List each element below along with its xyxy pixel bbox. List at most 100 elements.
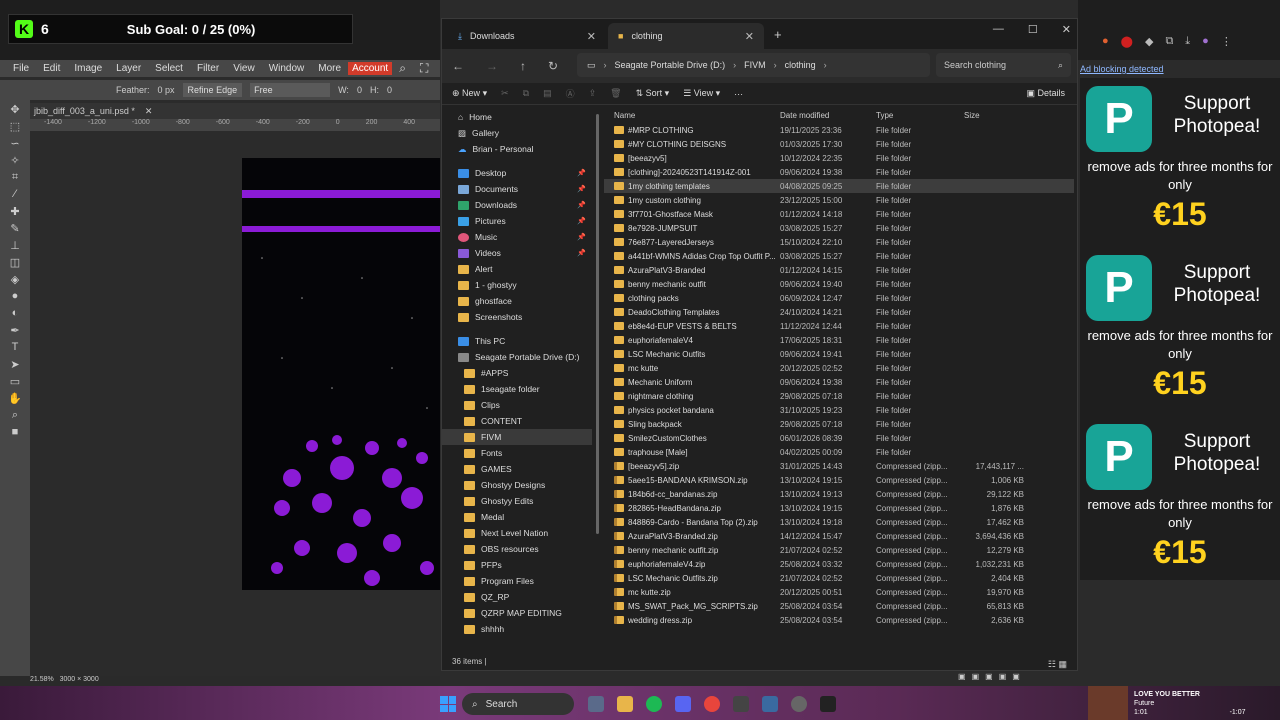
tray-icon[interactable]: ▣ xyxy=(1012,672,1020,681)
pin-icon[interactable]: 📌 xyxy=(577,233,586,241)
close-icon[interactable]: ✕ xyxy=(587,30,596,43)
file-row-zip[interactable]: benny mechanic outfit.zip 21/07/2024 02:5… xyxy=(604,543,1074,557)
taskbar-search[interactable]: ⌕ Search xyxy=(462,693,574,715)
refresh-icon[interactable]: ↻ xyxy=(548,59,558,73)
chrome-icon[interactable] xyxy=(704,696,720,712)
ad-blocking-link[interactable]: Ad blocking detected xyxy=(1080,64,1164,74)
nav-home[interactable]: ⌂ Home xyxy=(442,109,592,125)
app-icon[interactable] xyxy=(820,696,836,712)
spotify-icon[interactable] xyxy=(646,696,662,712)
nav-folder[interactable]: Program Files xyxy=(442,573,592,589)
lasso-tool-icon[interactable]: ∽ xyxy=(7,137,23,151)
nav-pictures[interactable]: Pictures 📌 xyxy=(442,213,592,229)
eyedropper-icon[interactable]: ⁄ xyxy=(7,188,23,202)
nav-folder[interactable]: Clips xyxy=(442,397,592,413)
nav-ghostyy[interactable]: 1 - ghostyy xyxy=(442,277,592,293)
paste-icon[interactable]: ▤ xyxy=(543,88,552,99)
tray-icon[interactable]: ▣ xyxy=(985,672,993,681)
ad-card[interactable]: P Support Photopea! remove ads for three… xyxy=(1080,78,1280,243)
file-row-zip[interactable]: euphoriafemaleV4.zip 25/08/2024 03:32 Comp… xyxy=(604,557,1074,571)
fill-tool-icon[interactable]: ◈ xyxy=(7,273,23,287)
share-icon[interactable]: ⇪ xyxy=(589,88,597,99)
nav-folder-selected[interactable]: FIVM xyxy=(442,429,592,445)
file-row-folder[interactable]: 1my clothing templates 04/08/2025 09:25 Fi… xyxy=(604,179,1074,193)
nav-onedrive[interactable]: ☁ Brian - Personal xyxy=(442,141,592,157)
rename-icon[interactable]: Ⓐ xyxy=(566,87,575,100)
menu-select[interactable]: Select xyxy=(148,63,190,74)
eraser-tool-icon[interactable]: ◫ xyxy=(7,256,23,270)
chevron-right-icon[interactable]: › xyxy=(824,60,827,70)
minimize-icon[interactable]: — xyxy=(993,23,1004,36)
discord-icon[interactable] xyxy=(675,696,691,712)
back-icon[interactable]: ← xyxy=(452,59,464,73)
settings-icon[interactable] xyxy=(791,696,807,712)
close-icon[interactable]: ✕ xyxy=(145,106,153,117)
brush-tool-icon[interactable]: ✎ xyxy=(7,222,23,236)
tab-clothing[interactable]: ■ clothing ✕ xyxy=(608,23,764,49)
file-row-folder[interactable]: [clothing]-20240523T141914Z-001 09/06/202… xyxy=(604,165,1074,179)
app-icon[interactable] xyxy=(733,696,749,712)
file-row-folder[interactable]: eb8e4d-EUP VESTS & BELTS 11/12/2024 12:44… xyxy=(604,319,1074,333)
copy-icon[interactable]: ⧉ xyxy=(523,88,529,99)
tray-icon[interactable]: ▣ xyxy=(972,672,980,681)
extension-icon[interactable]: ⬤ xyxy=(1121,35,1133,48)
style-select[interactable]: Free xyxy=(250,83,331,97)
nav-desktop[interactable]: Desktop 📌 xyxy=(442,165,592,181)
file-row-zip[interactable]: mc kutte.zip 20/12/2025 00:51 Compressed (… xyxy=(604,585,1074,599)
app-icon[interactable] xyxy=(762,696,778,712)
pin-icon[interactable]: 📌 xyxy=(577,185,586,193)
menu-more[interactable]: More xyxy=(311,63,348,74)
profile-avatar-icon[interactable]: ● xyxy=(1202,35,1209,48)
feather-input[interactable]: 0 px xyxy=(158,85,175,95)
search-input[interactable]: Search clothing ⌕ xyxy=(936,53,1071,77)
close-window-icon[interactable]: ✕ xyxy=(1062,23,1071,36)
document-tab[interactable]: jbib_diff_003_a_uni.psd * ✕ xyxy=(30,103,440,119)
file-row-folder[interactable]: mc kutte 20/12/2025 02:52 File folder xyxy=(604,361,1074,375)
file-row-zip[interactable]: 184b6d-cc_bandanas.zip 13/10/2024 19:13 Co… xyxy=(604,487,1074,501)
file-row-zip[interactable]: wedding dress.zip 25/08/2024 03:54 Compres… xyxy=(604,613,1074,627)
hand-tool-icon[interactable]: ✋ xyxy=(7,392,23,406)
tiles-view-icon[interactable]: ▦ xyxy=(1058,659,1067,669)
ad-card[interactable]: P Support Photopea! remove ads for three… xyxy=(1080,416,1280,581)
file-row-zip[interactable]: AzuraPlatV3-Branded.zip 14/12/2024 15:47 C… xyxy=(604,529,1074,543)
file-row-folder[interactable]: benny mechanic outfit 09/06/2024 19:40 Fil… xyxy=(604,277,1074,291)
search-icon[interactable]: ⌕ xyxy=(392,61,413,76)
ad-card[interactable]: P Support Photopea! remove ads for three… xyxy=(1080,247,1280,412)
h-input[interactable]: 0 xyxy=(387,85,392,95)
nav-folder[interactable]: Ghostyy Designs xyxy=(442,477,592,493)
file-row-folder[interactable]: LSC Mechanic Outfits 09/06/2024 19:41 File… xyxy=(604,347,1074,361)
path-select-icon[interactable]: ➤ xyxy=(7,358,23,372)
nav-folder[interactable]: Ghostyy Edits xyxy=(442,493,592,509)
media-widget[interactable]: LOVE YOU BETTER Future 1:01 -1:07 xyxy=(1088,686,1280,720)
file-row-zip[interactable]: MS_SWAT_Pack_MG_SCRIPTS.zip 25/08/2024 03… xyxy=(604,599,1074,613)
nav-folder[interactable]: OBS resources xyxy=(442,541,592,557)
nav-folder[interactable]: GAMES xyxy=(442,461,592,477)
file-row-zip[interactable]: 282865-HeadBandana.zip 13/10/2024 19:15 Co… xyxy=(604,501,1074,515)
nav-screenshots[interactable]: Screenshots xyxy=(442,309,592,325)
new-tab-icon[interactable]: + xyxy=(774,27,782,42)
nav-this-pc[interactable]: This PC xyxy=(442,333,592,349)
download-icon[interactable]: ⤓ xyxy=(1185,35,1190,48)
file-row-zip[interactable]: LSC Mechanic Outfits.zip 21/07/2024 02:52… xyxy=(604,571,1074,585)
menu-edit[interactable]: Edit xyxy=(36,63,67,74)
nav-folder[interactable]: shhhh xyxy=(442,621,592,637)
file-row-zip[interactable]: 5aee15-BANDANA KRIMSON.zip 13/10/2024 19:… xyxy=(604,473,1074,487)
pen-tool-icon[interactable]: ✒ xyxy=(7,324,23,338)
menu-dots-icon[interactable]: ⋮ xyxy=(1221,35,1232,48)
file-row-folder[interactable]: clothing packs 06/09/2024 12:47 File folde… xyxy=(604,291,1074,305)
pin-icon[interactable]: 📌 xyxy=(577,217,586,225)
nav-folder[interactable]: CONTENT xyxy=(442,413,592,429)
file-row-folder[interactable]: 76e877-LayeredJerseys 15/10/2024 22:10 Fil… xyxy=(604,235,1074,249)
file-row-folder[interactable]: physics pocket bandana 31/10/2025 19:23 Fi… xyxy=(604,403,1074,417)
refine-edge-button[interactable]: Refine Edge xyxy=(182,83,243,97)
start-icon[interactable] xyxy=(440,696,456,712)
new-button[interactable]: ⊕ New ▾ xyxy=(452,88,487,99)
dodge-tool-icon[interactable]: ◐ xyxy=(7,307,23,321)
nav-folder[interactable]: Fonts xyxy=(442,445,592,461)
menu-filter[interactable]: Filter xyxy=(190,63,226,74)
file-row-folder[interactable]: #MY CLOTHING DEISGNS 01/03/2025 17:30 File… xyxy=(604,137,1074,151)
up-icon[interactable]: ↑ xyxy=(520,59,526,73)
zoom-tool-icon[interactable]: ⌕ xyxy=(7,409,23,423)
column-name[interactable]: Name xyxy=(604,111,780,120)
delete-icon[interactable]: 🗑 xyxy=(610,88,621,99)
